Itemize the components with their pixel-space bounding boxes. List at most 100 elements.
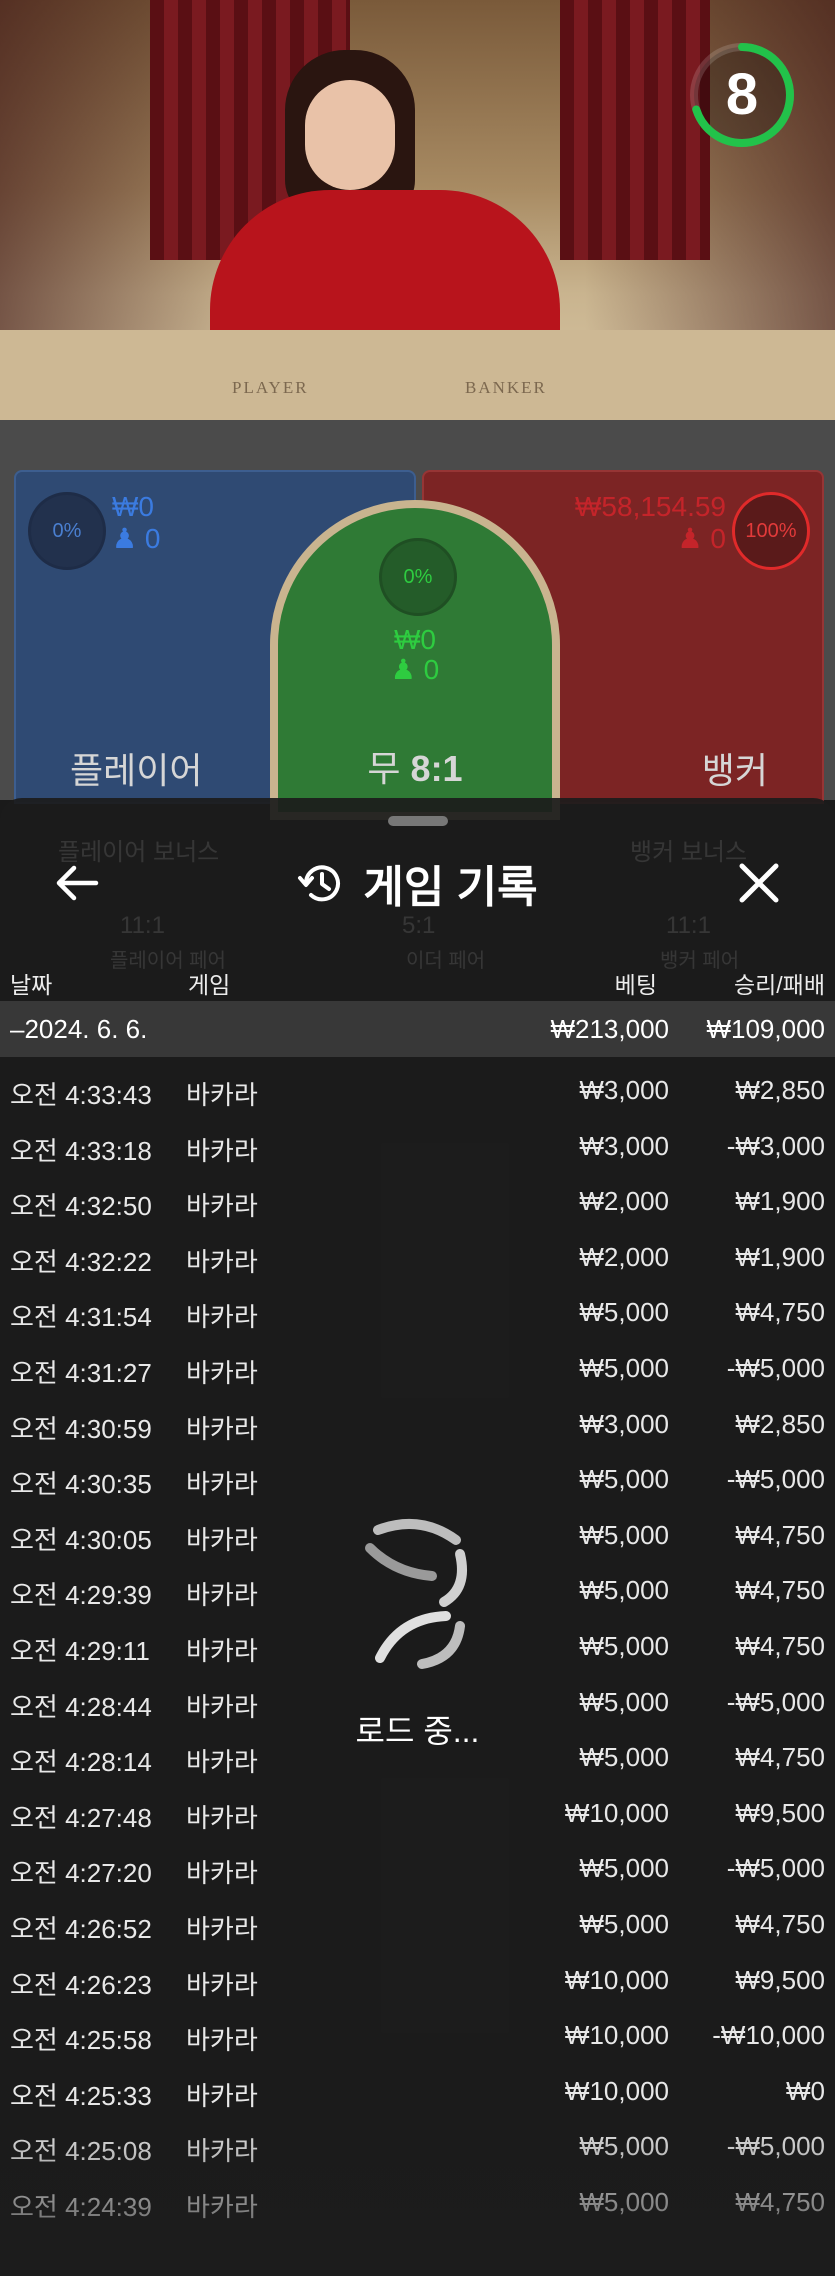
history-row[interactable]: 오전 4:30:35 바카라 ₩5,000 -₩5,000 bbox=[0, 1452, 835, 1507]
player-count-value: 0 bbox=[144, 523, 161, 554]
tie-count-value: 0 bbox=[423, 654, 440, 685]
ghost-banker-pair: 뱅커 페어 bbox=[660, 950, 740, 972]
row-bet: ₩5,000 bbox=[579, 1464, 669, 1495]
player-label: 플레이어 bbox=[70, 750, 203, 791]
row-time: 오전 4:26:23 bbox=[10, 1969, 152, 2000]
column-header-game: 게임 bbox=[188, 972, 231, 998]
row-game: 바카라 bbox=[186, 1524, 258, 1555]
row-bet: ₩3,000 bbox=[579, 1408, 669, 1439]
row-time: 오전 4:33:43 bbox=[10, 1080, 152, 1110]
user-icon: ♟ bbox=[390, 654, 416, 685]
close-icon bbox=[739, 863, 779, 903]
row-bet: ₩5,000 bbox=[579, 1575, 669, 1606]
row-game: 바카라 bbox=[186, 1413, 258, 1444]
live-video-stream: PLAYER BANKER 8 bbox=[0, 0, 835, 420]
row-time: 오전 4:27:20 bbox=[10, 1858, 152, 1889]
row-bet: ₩5,000 bbox=[579, 1853, 669, 1884]
history-row[interactable]: 오전 4:33:43 바카라 ₩3,000 ₩2,850 bbox=[0, 1063, 835, 1118]
bet-area: 0% ₩0 ♟ 0 플레이어 ₩58,154.59 ♟ 0 100% 뱅커 0%… bbox=[0, 420, 835, 820]
row-game: 바카라 bbox=[186, 2192, 258, 2222]
row-game: 바카라 bbox=[186, 2136, 258, 2167]
row-result: ₩4,750 bbox=[735, 1297, 825, 1328]
game-history-sheet: 플레이어 보너스 뱅커 보너스 11:1 플레이어 페어 5:1 이더 페어 1… bbox=[0, 798, 835, 2276]
history-row[interactable]: 오전 4:26:52 바카라 ₩5,000 ₩4,750 bbox=[0, 1897, 835, 1952]
user-icon: ♟ bbox=[112, 523, 138, 554]
column-header-win-loss: 승리/패배 bbox=[733, 972, 825, 998]
row-time: 오전 4:29:11 bbox=[10, 1636, 150, 1666]
history-row[interactable]: 오전 4:24:39 바카라 ₩5,000 ₩4,750 bbox=[0, 2175, 835, 2230]
row-bet: ₩5,000 bbox=[579, 1631, 669, 1661]
tie-percent: 0% bbox=[379, 538, 457, 616]
row-result: ₩4,750 bbox=[735, 1631, 825, 1661]
row-bet: ₩2,000 bbox=[579, 1241, 669, 1272]
row-time: 오전 4:30:35 bbox=[10, 1469, 152, 1500]
row-time: 오전 4:33:18 bbox=[10, 1135, 152, 1166]
history-row[interactable]: 오전 4:33:18 바카라 ₩3,000 -₩3,000 bbox=[0, 1119, 835, 1174]
row-game: 바카라 bbox=[186, 1358, 258, 1388]
history-row[interactable]: 오전 4:27:48 바카라 ₩10,000 ₩9,500 bbox=[0, 1786, 835, 1841]
row-time: 오전 4:31:54 bbox=[10, 1302, 152, 1333]
row-time: 오전 4:32:50 bbox=[10, 1191, 152, 1222]
row-bet: ₩5,000 bbox=[579, 1909, 669, 1939]
tie-amount: ₩0 bbox=[394, 624, 436, 655]
row-bet: ₩5,000 bbox=[579, 2187, 669, 2217]
player-percent: 0% bbox=[28, 492, 106, 570]
row-result: ₩1,900 bbox=[735, 1241, 825, 1272]
date-group-win-total: ₩109,000 bbox=[706, 1014, 825, 1044]
row-bet: ₩3,000 bbox=[579, 1075, 669, 1105]
row-game: 바카라 bbox=[186, 1246, 258, 1277]
row-result: ₩4,750 bbox=[735, 1519, 825, 1550]
date-group-row[interactable]: –2024. 6. 6. ₩213,000 ₩109,000 bbox=[0, 1001, 835, 1057]
row-game: 바카라 bbox=[186, 1636, 258, 1666]
column-header-bet: 베팅 bbox=[614, 972, 657, 998]
row-game: 바카라 bbox=[186, 1969, 258, 2000]
banker-label: 뱅커 bbox=[701, 750, 768, 791]
row-result: ₩2,850 bbox=[735, 1075, 825, 1105]
date-group-bet-total: ₩213,000 bbox=[550, 1014, 669, 1044]
row-bet: ₩10,000 bbox=[564, 2075, 669, 2106]
player-amount: ₩0 bbox=[112, 491, 154, 522]
banker-amount: ₩58,154.59 bbox=[575, 491, 726, 522]
row-time: 오전 4:26:52 bbox=[10, 1914, 152, 1944]
row-time: 오전 4:30:59 bbox=[10, 1413, 152, 1444]
row-game: 바카라 bbox=[186, 1914, 258, 1944]
ghost-either-pair: 이더 페어 bbox=[406, 950, 486, 972]
tie-bet-spot[interactable]: 0% ₩0 ♟ 0 무 8:1 bbox=[270, 500, 560, 820]
row-time: 오전 4:24:39 bbox=[10, 2192, 152, 2222]
close-button[interactable] bbox=[734, 858, 784, 908]
row-game: 바카라 bbox=[186, 1302, 258, 1333]
history-row[interactable]: 오전 4:32:50 바카라 ₩2,000 ₩1,900 bbox=[0, 1174, 835, 1229]
history-row[interactable]: 오전 4:31:27 바카라 ₩5,000 -₩5,000 bbox=[0, 1341, 835, 1396]
date-group-collapse: –2024. 6. 6. bbox=[10, 1014, 148, 1044]
row-time: 오전 4:27:48 bbox=[10, 1802, 152, 1833]
row-time: 오전 4:31:27 bbox=[10, 1358, 152, 1388]
history-row[interactable]: 오전 4:31:54 바카라 ₩5,000 ₩4,750 bbox=[0, 1285, 835, 1340]
drag-handle[interactable] bbox=[388, 816, 448, 826]
table-label-banker: BANKER bbox=[465, 378, 547, 397]
row-time: 오전 4:30:05 bbox=[10, 1524, 152, 1555]
history-row[interactable]: 오전 4:26:23 바카라 ₩10,000 ₩9,500 bbox=[0, 1953, 835, 2008]
banker-count: ♟ 0 bbox=[678, 524, 726, 554]
tie-name: 무 bbox=[367, 748, 401, 789]
tie-count: ♟ 0 bbox=[278, 655, 552, 685]
row-bet: ₩5,000 bbox=[579, 2131, 669, 2162]
row-result: -₩5,000 bbox=[726, 1353, 825, 1383]
row-time: 오전 4:29:39 bbox=[10, 1580, 152, 1611]
row-result: ₩9,500 bbox=[735, 1964, 825, 1995]
history-row[interactable]: 오전 4:25:58 바카라 ₩10,000 -₩10,000 bbox=[0, 2008, 835, 2063]
row-result: -₩5,000 bbox=[726, 2131, 825, 2162]
history-row[interactable]: 오전 4:25:08 바카라 ₩5,000 -₩5,000 bbox=[0, 2119, 835, 2174]
row-game: 바카라 bbox=[186, 1080, 258, 1110]
row-time: 오전 4:25:08 bbox=[10, 2136, 152, 2167]
history-row[interactable]: 오전 4:32:22 바카라 ₩2,000 ₩1,900 bbox=[0, 1230, 835, 1285]
loading-text: 로드 중... bbox=[355, 1713, 480, 1749]
history-row[interactable]: 오전 4:27:20 바카라 ₩5,000 -₩5,000 bbox=[0, 1841, 835, 1896]
row-bet: ₩5,000 bbox=[579, 1519, 669, 1550]
row-time: 오전 4:25:58 bbox=[10, 2025, 152, 2056]
history-row[interactable]: 오전 4:25:33 바카라 ₩10,000 ₩0 bbox=[0, 2064, 835, 2119]
row-result: ₩9,500 bbox=[735, 1797, 825, 1828]
row-bet: ₩10,000 bbox=[564, 1964, 669, 1995]
history-row[interactable]: 오전 4:30:59 바카라 ₩3,000 ₩2,850 bbox=[0, 1397, 835, 1452]
tie-odds: 8:1 bbox=[410, 748, 463, 789]
row-bet: ₩10,000 bbox=[564, 1797, 669, 1828]
